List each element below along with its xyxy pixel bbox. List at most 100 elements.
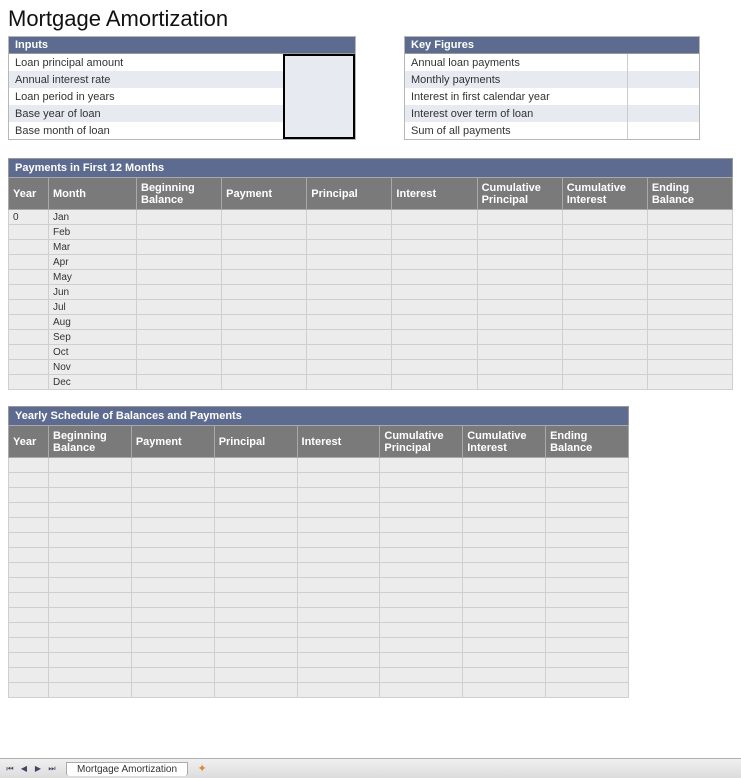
cell[interactable] — [463, 458, 546, 473]
cell[interactable] — [9, 578, 49, 593]
cell-month[interactable]: Jul — [49, 300, 137, 315]
cell-month[interactable]: Apr — [49, 255, 137, 270]
cell[interactable] — [477, 225, 562, 240]
cell[interactable] — [222, 225, 307, 240]
cell[interactable] — [49, 683, 132, 698]
cell-year[interactable] — [9, 345, 49, 360]
cell[interactable] — [562, 285, 647, 300]
cell[interactable] — [562, 210, 647, 225]
cell[interactable] — [9, 668, 49, 683]
cell[interactable] — [392, 255, 477, 270]
cell[interactable] — [546, 488, 629, 503]
cell[interactable] — [214, 503, 297, 518]
cell[interactable] — [546, 623, 629, 638]
cell[interactable] — [380, 518, 463, 533]
cell[interactable] — [463, 563, 546, 578]
input-cell-baseyear[interactable] — [283, 105, 355, 122]
cell[interactable] — [463, 488, 546, 503]
new-sheet-icon[interactable]: ✦ — [192, 762, 212, 775]
cell[interactable] — [9, 623, 49, 638]
cell[interactable] — [131, 638, 214, 653]
cell[interactable] — [562, 255, 647, 270]
cell[interactable] — [477, 240, 562, 255]
cell[interactable] — [392, 210, 477, 225]
cell[interactable] — [9, 683, 49, 698]
cell[interactable] — [546, 653, 629, 668]
cell[interactable] — [380, 668, 463, 683]
cell-month[interactable]: Jan — [49, 210, 137, 225]
cell[interactable] — [307, 315, 392, 330]
cell[interactable] — [463, 683, 546, 698]
cell[interactable] — [380, 653, 463, 668]
cell[interactable] — [307, 360, 392, 375]
cell[interactable] — [9, 548, 49, 563]
cell[interactable] — [647, 300, 732, 315]
cell[interactable] — [9, 518, 49, 533]
cell[interactable] — [214, 593, 297, 608]
cell[interactable] — [562, 225, 647, 240]
cell[interactable] — [392, 345, 477, 360]
cell[interactable] — [546, 548, 629, 563]
cell[interactable] — [380, 473, 463, 488]
cell[interactable] — [380, 608, 463, 623]
cell[interactable] — [214, 653, 297, 668]
cell-year[interactable] — [9, 315, 49, 330]
cell[interactable] — [214, 473, 297, 488]
cell[interactable] — [562, 270, 647, 285]
cell-month[interactable]: Jun — [49, 285, 137, 300]
cell[interactable] — [546, 503, 629, 518]
cell[interactable] — [307, 345, 392, 360]
cell[interactable] — [214, 518, 297, 533]
cell[interactable] — [131, 488, 214, 503]
cell[interactable] — [131, 503, 214, 518]
cell[interactable] — [49, 578, 132, 593]
cell[interactable] — [380, 683, 463, 698]
cell[interactable] — [477, 315, 562, 330]
cell[interactable] — [380, 638, 463, 653]
cell[interactable] — [463, 653, 546, 668]
cell[interactable] — [131, 593, 214, 608]
cell[interactable] — [477, 300, 562, 315]
cell[interactable] — [546, 668, 629, 683]
cell[interactable] — [222, 375, 307, 390]
cell[interactable] — [137, 240, 222, 255]
cell[interactable] — [214, 548, 297, 563]
cell[interactable] — [463, 608, 546, 623]
cell[interactable] — [222, 330, 307, 345]
cell[interactable] — [562, 315, 647, 330]
cell[interactable] — [9, 488, 49, 503]
cell[interactable] — [137, 210, 222, 225]
cell[interactable] — [222, 210, 307, 225]
cell[interactable] — [477, 270, 562, 285]
cell-year[interactable] — [9, 360, 49, 375]
cell[interactable] — [297, 683, 380, 698]
cell[interactable] — [214, 638, 297, 653]
nav-last-icon[interactable]: ⏭ — [46, 762, 58, 776]
input-cell-principal[interactable] — [283, 54, 355, 71]
cell-year[interactable] — [9, 375, 49, 390]
cell[interactable] — [463, 548, 546, 563]
cell[interactable] — [546, 473, 629, 488]
cell[interactable] — [380, 578, 463, 593]
cell[interactable] — [137, 345, 222, 360]
cell[interactable] — [297, 593, 380, 608]
cell[interactable] — [477, 255, 562, 270]
cell[interactable] — [297, 608, 380, 623]
cell[interactable] — [546, 638, 629, 653]
cell[interactable] — [477, 285, 562, 300]
cell[interactable] — [392, 360, 477, 375]
cell-year[interactable] — [9, 285, 49, 300]
cell[interactable] — [297, 578, 380, 593]
cell[interactable] — [546, 533, 629, 548]
cell[interactable] — [562, 345, 647, 360]
cell[interactable] — [137, 375, 222, 390]
cell[interactable] — [463, 533, 546, 548]
cell[interactable] — [222, 360, 307, 375]
cell[interactable] — [9, 563, 49, 578]
cell[interactable] — [463, 638, 546, 653]
cell[interactable] — [131, 683, 214, 698]
cell[interactable] — [392, 300, 477, 315]
cell[interactable] — [562, 240, 647, 255]
cell[interactable] — [477, 375, 562, 390]
cell-year[interactable] — [9, 330, 49, 345]
